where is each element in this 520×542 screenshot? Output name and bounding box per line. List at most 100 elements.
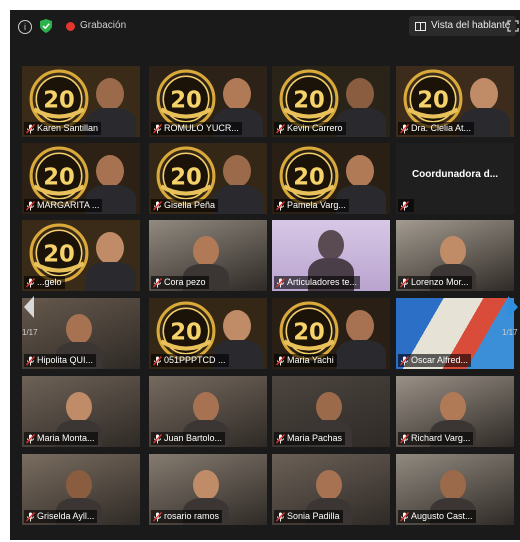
participant-name: Griselda Ayll...	[37, 511, 95, 521]
participant-video	[346, 310, 374, 342]
participant-nameplate: Maria Yachi	[274, 354, 337, 367]
participant-nameplate: Maria Pachas	[274, 432, 346, 445]
muted-mic-icon	[400, 511, 409, 521]
participant-nameplate: Lorenzo Mor...	[398, 276, 472, 289]
participant-video	[193, 236, 219, 266]
participant-tile[interactable]: 20 Gisella Peña	[149, 143, 267, 214]
participant-nameplate: Juan Bartolo...	[151, 432, 226, 445]
anniversary-20-emblem: 20	[156, 146, 216, 206]
participant-tile[interactable]: 20 Pamela Varg...	[272, 143, 390, 214]
muted-mic-icon	[400, 433, 409, 443]
participant-name: ...gelo	[37, 277, 62, 287]
participant-tile[interactable]: Hipolita QUI...	[22, 298, 140, 369]
participant-nameplate: Richard Varg...	[398, 432, 474, 445]
participant-name-large: Coordunadora d...	[411, 169, 499, 180]
participant-tile[interactable]: Maria Pachas	[272, 376, 390, 447]
participant-video-body	[86, 262, 136, 291]
muted-mic-icon	[26, 200, 35, 210]
participant-tile[interactable]: Articuladores te...	[272, 220, 390, 291]
security-shield-icon[interactable]	[40, 19, 52, 33]
view-layout-icon	[415, 21, 426, 31]
participant-tile[interactable]: Griselda Ayll...	[22, 454, 140, 525]
participant-tile[interactable]: 20 ROMULO YUCR...	[149, 66, 267, 137]
fullscreen-icon[interactable]	[507, 20, 519, 32]
participant-tile[interactable]: 20 051PPPTCD ...	[149, 298, 267, 369]
page-indicator-right: 1/17	[502, 328, 518, 337]
svg-text:20: 20	[170, 164, 202, 190]
participant-tile[interactable]: 20 Dra. Clelia At...	[396, 66, 514, 137]
participant-nameplate: Hipolita QUI...	[24, 354, 97, 367]
participant-name: Maria Pachas	[287, 433, 343, 443]
participant-tile[interactable]: 20 MARGARITA ...	[22, 143, 140, 214]
participant-tile[interactable]: Augusto Cast...	[396, 454, 514, 525]
anniversary-20-emblem: 20	[29, 146, 89, 206]
participant-video	[193, 470, 219, 500]
speaker-view-label: Vista del hablante	[431, 20, 511, 31]
participant-name: Hipolita QUI...	[37, 355, 94, 365]
participant-nameplate: Maria Monta...	[24, 432, 98, 445]
participant-name: Karen Santillan	[37, 123, 99, 133]
participant-name: Oscar Alfred...	[411, 355, 469, 365]
info-icon[interactable]: i	[18, 20, 32, 34]
recording-label: Grabación	[80, 20, 127, 31]
svg-text:20: 20	[43, 241, 75, 267]
participant-tile[interactable]: Sonia Padilla	[272, 454, 390, 525]
muted-mic-icon	[153, 200, 162, 210]
participant-tile[interactable]: Juan Bartolo...	[149, 376, 267, 447]
muted-mic-icon	[26, 123, 35, 133]
participant-nameplate	[398, 199, 414, 212]
meeting-toolbar: i Grabación Vista del hablante	[10, 10, 520, 44]
participant-nameplate: Dra. Clelia At...	[398, 122, 475, 135]
participant-video	[96, 232, 124, 264]
participant-name: Articuladores te...	[287, 277, 358, 287]
participant-name: Maria Monta...	[37, 433, 95, 443]
participant-tile[interactable]: 20 Kevin Carrero	[272, 66, 390, 137]
muted-mic-icon	[400, 123, 409, 133]
svg-text:20: 20	[170, 87, 202, 113]
participant-nameplate: Kevin Carrero	[274, 122, 346, 135]
participant-tile[interactable]: Oscar Alfred...	[396, 298, 514, 369]
participant-tile[interactable]: 20 Maria Yachi	[272, 298, 390, 369]
participant-name: Sonia Padilla	[287, 511, 340, 521]
next-page-arrow-icon[interactable]	[506, 294, 520, 320]
svg-text:20: 20	[417, 87, 449, 113]
speaker-view-button[interactable]: Vista del hablante	[409, 16, 517, 36]
participant-name: Dra. Clelia At...	[411, 123, 472, 133]
participant-tile[interactable]: rosario ramos	[149, 454, 267, 525]
participant-name: ROMULO YUCR...	[164, 123, 239, 133]
participant-tile[interactable]: Cora pezo	[149, 220, 267, 291]
participant-tile[interactable]: 20 ...gelo	[22, 220, 140, 291]
muted-mic-icon	[276, 511, 285, 521]
participant-name: Augusto Cast...	[411, 511, 473, 521]
participant-tile[interactable]: Coordunadora d...	[396, 143, 514, 214]
page-indicator-left: 1/17	[22, 328, 38, 337]
participant-nameplate: Augusto Cast...	[398, 510, 476, 523]
muted-mic-icon	[153, 355, 162, 365]
muted-mic-icon	[276, 123, 285, 133]
participant-video	[440, 470, 466, 500]
muted-mic-icon	[26, 355, 35, 365]
participant-video	[223, 78, 251, 110]
participant-name: Juan Bartolo...	[164, 433, 223, 443]
participant-tile[interactable]: Maria Monta...	[22, 376, 140, 447]
svg-text:20: 20	[43, 164, 75, 190]
participant-video	[96, 155, 124, 187]
participant-video	[440, 236, 466, 266]
anniversary-20-emblem: 20	[279, 301, 339, 361]
participant-nameplate: Sonia Padilla	[274, 510, 343, 523]
participant-nameplate: ROMULO YUCR...	[151, 122, 242, 135]
participant-video	[316, 392, 342, 422]
anniversary-20-emblem: 20	[29, 223, 89, 283]
muted-mic-icon	[276, 355, 285, 365]
svg-text:20: 20	[43, 87, 75, 113]
participant-tile[interactable]: Richard Varg...	[396, 376, 514, 447]
anniversary-20-emblem: 20	[156, 69, 216, 129]
previous-page-arrow-icon[interactable]	[22, 294, 36, 320]
anniversary-20-emblem: 20	[279, 146, 339, 206]
participant-video	[66, 470, 92, 500]
muted-mic-icon	[26, 277, 35, 287]
participant-video-body	[336, 340, 386, 369]
muted-mic-icon	[26, 511, 35, 521]
participant-tile[interactable]: 20 Karen Santillan	[22, 66, 140, 137]
participant-tile[interactable]: Lorenzo Mor...	[396, 220, 514, 291]
